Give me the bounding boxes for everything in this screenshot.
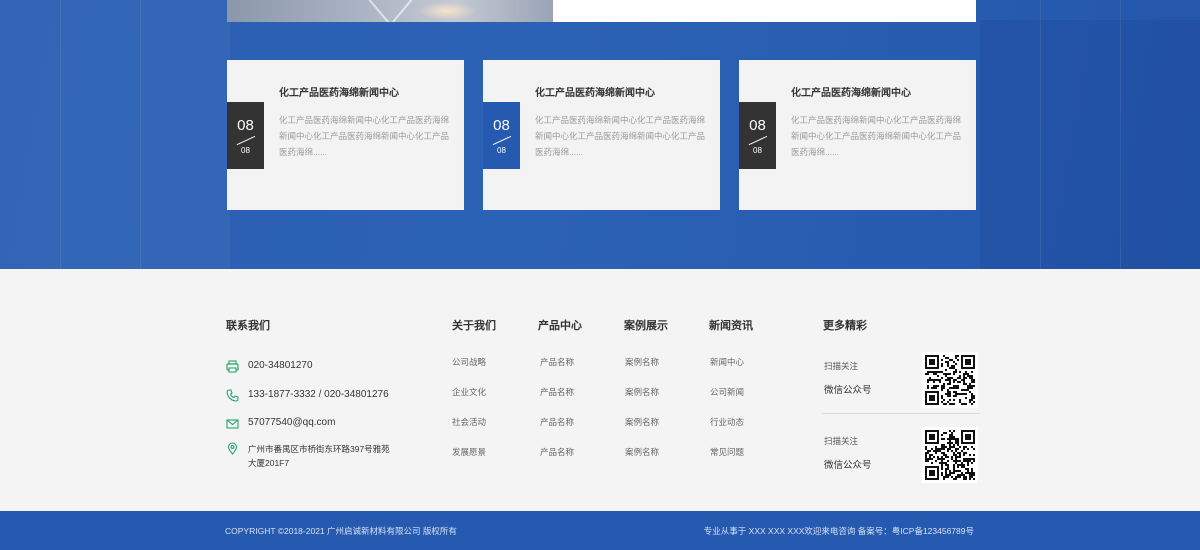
- news-section: 化工产品医药海绵新闻中心 化工产品医药海绵新闻中心化工产品医药海绵新闻中心化工产…: [0, 0, 1200, 269]
- email-icon: [226, 417, 239, 430]
- news-date: 08 08: [227, 102, 264, 169]
- footer-link[interactable]: 案例名称: [625, 356, 659, 368]
- footer-link[interactable]: 案例名称: [625, 416, 659, 428]
- footer-link[interactable]: 公司战略: [452, 356, 486, 368]
- qr-code-icon: [922, 352, 978, 408]
- footer-link[interactable]: 企业文化: [452, 386, 486, 398]
- column-heading-news[interactable]: 新闻资讯: [709, 317, 753, 333]
- news-date-month: 08: [241, 146, 250, 155]
- footer-link[interactable]: 发展愿景: [452, 446, 486, 458]
- contact-heading: 联系我们: [226, 320, 270, 332]
- qr-caption: 扫描关注: [824, 361, 859, 371]
- featured-news-image[interactable]: [227, 0, 553, 22]
- footer-link[interactable]: 产品名称: [540, 446, 574, 458]
- footer-link[interactable]: 新闻中心: [710, 356, 744, 368]
- qr-label: 微信公众号: [824, 460, 872, 471]
- footer: 联系我们 020-34801270 133-1877-3332 / 020-34…: [0, 269, 1200, 511]
- contact-email-text[interactable]: 57077540@qq.com: [248, 417, 335, 428]
- wechat-qr-block: 扫描关注 微信公众号: [822, 427, 980, 497]
- copyright-text: COPYRIGHT ©2018-2021 广州启诚新材料有限公司 版权所有: [225, 526, 457, 536]
- wechat-qr-block: 扫描关注 微信公众号: [822, 352, 980, 422]
- footer-link[interactable]: 案例名称: [625, 446, 659, 458]
- background-line: [140, 0, 141, 269]
- news-description: 化工产品医药海绵新闻中心化工产品医药海绵新闻中心化工产品医药海绵新闻中心化工产品…: [279, 115, 450, 157]
- footer-link[interactable]: 常见问题: [710, 446, 744, 458]
- news-title[interactable]: 化工产品医药海绵新闻中心: [791, 84, 911, 99]
- news-card[interactable]: 化工产品医药海绵新闻中心 化工产品医药海绵新闻中心化工产品医药海绵新闻中心化工产…: [227, 60, 464, 210]
- news-date-month: 08: [753, 146, 762, 155]
- background-line: [60, 0, 61, 269]
- featured-news-panel[interactable]: [553, 0, 976, 22]
- date-divider: [236, 135, 256, 146]
- footer-link[interactable]: 公司新闻: [710, 386, 744, 398]
- qr-code-icon: [922, 427, 978, 483]
- contact-phone-text: 020-34801270: [248, 360, 313, 371]
- news-date: 08 08: [739, 102, 776, 169]
- qr-label: 微信公众号: [824, 385, 872, 396]
- news-date-day: 08: [493, 117, 510, 134]
- background-line: [1040, 0, 1041, 269]
- phone-icon: [226, 360, 239, 373]
- contact-mobile-text: 133-1877-3332 / 020-34801276: [248, 389, 389, 400]
- date-divider: [492, 135, 512, 146]
- divider: [822, 413, 980, 414]
- news-date-month: 08: [497, 146, 506, 155]
- more-heading: 更多精彩: [823, 320, 867, 332]
- contact-address-text: 广州市番禺区市桥街东环路397号雅苑大厦201F7: [248, 444, 390, 468]
- date-divider: [748, 135, 768, 146]
- location-icon: [226, 442, 239, 455]
- news-title[interactable]: 化工产品医药海绵新闻中心: [535, 84, 655, 99]
- footer-link[interactable]: 产品名称: [540, 386, 574, 398]
- footer-link[interactable]: 案例名称: [625, 386, 659, 398]
- icp-text: 专业从事于 XXX XXX XXX欢迎来电咨询 备案号：粤ICP备1234567…: [703, 526, 974, 536]
- news-description: 化工产品医药海绵新闻中心化工产品医药海绵新闻中心化工产品医药海绵新闻中心化工产品…: [535, 115, 706, 157]
- copyright-bar: COPYRIGHT ©2018-2021 广州启诚新材料有限公司 版权所有 专业…: [0, 511, 1200, 550]
- column-heading-products[interactable]: 产品中心: [538, 317, 582, 333]
- news-date: 08 08: [483, 102, 520, 169]
- news-title[interactable]: 化工产品医药海绵新闻中心: [279, 84, 399, 99]
- background-building: [0, 0, 230, 269]
- qr-caption: 扫描关注: [824, 436, 859, 446]
- background-line: [1120, 0, 1121, 269]
- background-building: [980, 20, 1200, 269]
- footer-link[interactable]: 行业动态: [710, 416, 744, 428]
- news-date-day: 08: [237, 117, 254, 134]
- news-date-day: 08: [749, 117, 766, 134]
- news-description: 化工产品医药海绵新闻中心化工产品医药海绵新闻中心化工产品医药海绵新闻中心化工产品…: [791, 115, 962, 157]
- footer-link[interactable]: 产品名称: [540, 416, 574, 428]
- column-heading-about[interactable]: 关于我们: [452, 317, 496, 333]
- footer-link[interactable]: 产品名称: [540, 356, 574, 368]
- news-card[interactable]: 化工产品医药海绵新闻中心 化工产品医药海绵新闻中心化工产品医药海绵新闻中心化工产…: [483, 60, 720, 210]
- news-card[interactable]: 化工产品医药海绵新闻中心 化工产品医药海绵新闻中心化工产品医药海绵新闻中心化工产…: [739, 60, 976, 210]
- footer-link[interactable]: 社会活动: [452, 416, 486, 428]
- column-heading-cases[interactable]: 案例展示: [624, 317, 668, 333]
- mobile-icon: [226, 389, 239, 402]
